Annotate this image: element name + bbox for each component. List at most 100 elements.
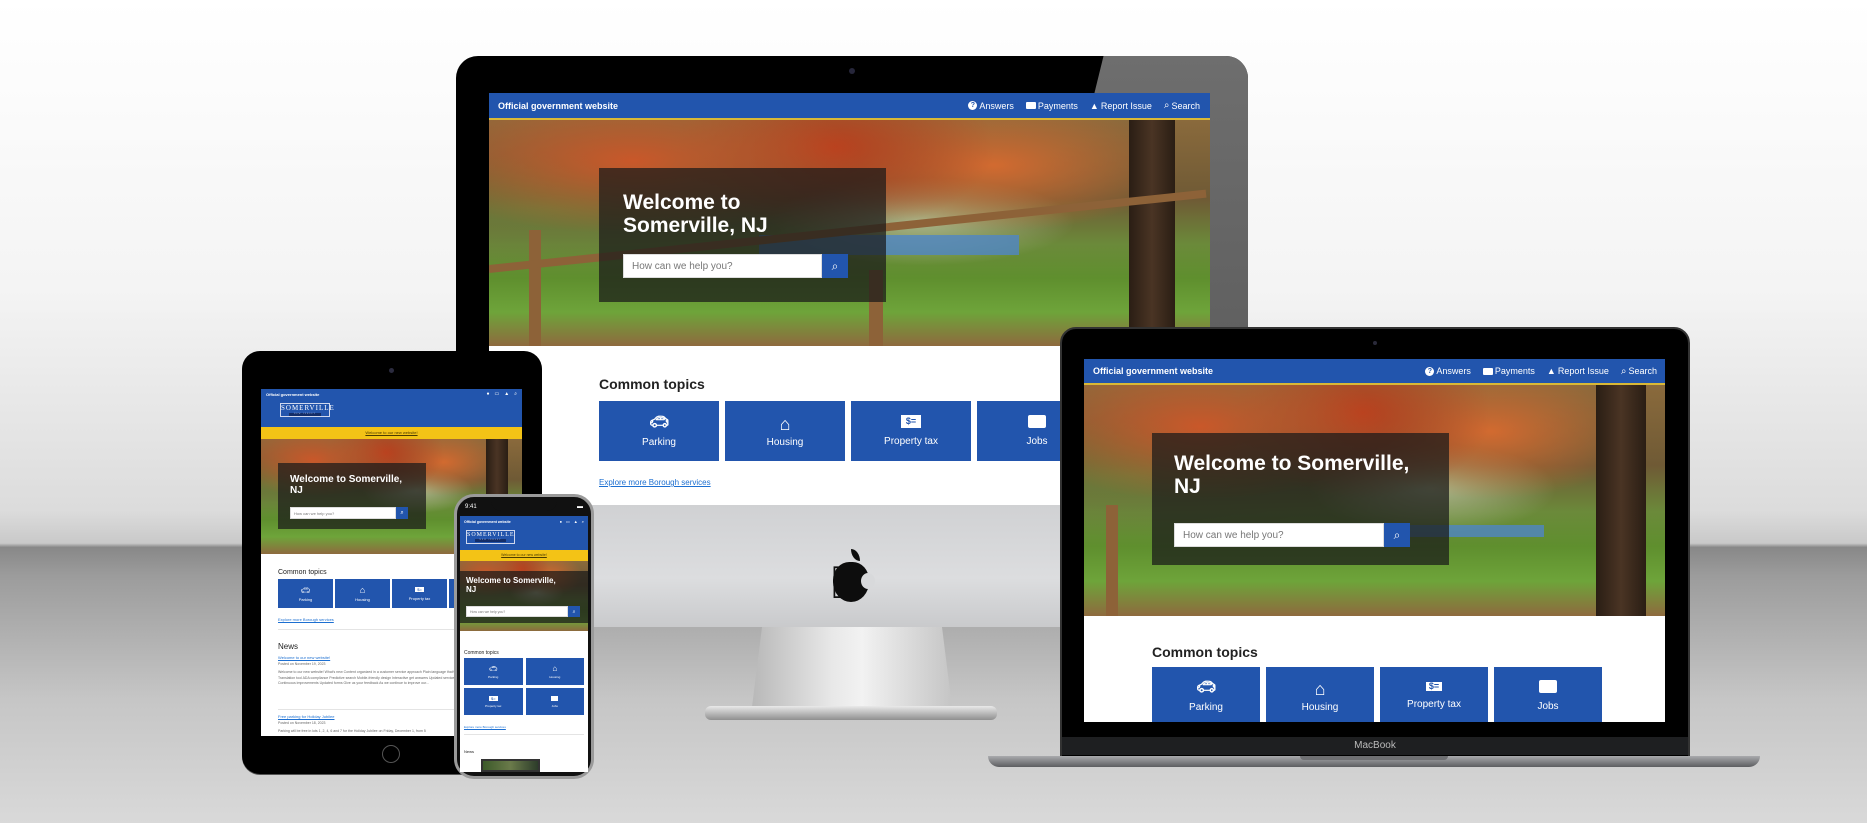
topic-property-tax[interactable]: $= Property tax bbox=[464, 688, 523, 715]
topic-parking[interactable]: 🚗︎ Parking bbox=[599, 401, 719, 461]
nav-payments[interactable]: Payments bbox=[1482, 366, 1535, 376]
somerville-logo[interactable]: SOMERVILLE NEW JERSEY bbox=[280, 403, 334, 417]
topics-grid: 🚗︎ Parking ⌂ Housing $= Property tax Jobs bbox=[1152, 667, 1602, 722]
question-circle-icon: ? bbox=[1425, 366, 1435, 376]
hero-title: Welcome to Somerville, NJ bbox=[623, 191, 768, 237]
topic-jobs[interactable]: Jobs bbox=[1494, 667, 1602, 722]
top-bar: Official government website ● ▭ ▲ ⌕ bbox=[261, 389, 522, 399]
bill-icon: $= bbox=[415, 586, 424, 592]
topic-jobs[interactable]: Jobs bbox=[525, 688, 584, 715]
search-button[interactable]: ⌕ bbox=[568, 606, 580, 617]
search-input[interactable]: How can we help you? bbox=[466, 606, 568, 617]
nav-answers[interactable]: ? Answers bbox=[1425, 366, 1471, 376]
car-icon: 🚗︎ bbox=[1195, 678, 1217, 696]
warning-triangle-icon[interactable]: ▲ bbox=[574, 519, 578, 524]
top-bar: Official government website ? Answers Pay… bbox=[489, 93, 1210, 120]
car-icon: 🚗︎ bbox=[648, 413, 670, 431]
credit-card-icon[interactable]: ▭ bbox=[566, 519, 570, 524]
hero-search-panel: Welcome to Somerville, NJ How can we hel… bbox=[278, 463, 426, 529]
explore-services-link[interactable]: Explore more Borough services bbox=[278, 617, 334, 622]
search-button[interactable]: ⌕ bbox=[1384, 523, 1410, 547]
iphone-status-bar: 9:41 ▬ bbox=[465, 500, 583, 514]
ipad-camera bbox=[389, 368, 394, 373]
news-thumbnail[interactable] bbox=[481, 759, 540, 772]
warning-triangle-icon: ▲ bbox=[1546, 366, 1556, 376]
house-icon: ⌂ bbox=[359, 585, 366, 595]
hero-banner: Welcome to Somerville, NJ How can we hel… bbox=[489, 120, 1210, 346]
imac-stand bbox=[752, 627, 952, 707]
macbook-label: MacBook bbox=[1062, 737, 1688, 755]
ipad-home-button bbox=[382, 745, 400, 763]
top-bar: Official government website ? Answers Pay… bbox=[1084, 359, 1665, 385]
search-icon: ⌕ bbox=[1393, 527, 1401, 542]
nav-search[interactable]: ⌕ Search bbox=[1621, 366, 1657, 377]
briefcase-icon bbox=[1028, 415, 1046, 428]
search-icon: ⌕ bbox=[1163, 100, 1170, 111]
official-label: Official government website bbox=[498, 100, 619, 111]
explore-services-link[interactable]: Explore more Borough services bbox=[464, 725, 506, 729]
search-button[interactable]: ⌕ bbox=[396, 507, 408, 519]
topics-grid: 🚗︎ Parking ⌂ Housing $= Property tax Jobs bbox=[599, 401, 1097, 461]
macbook-camera bbox=[1373, 341, 1377, 345]
nav-report-issue[interactable]: ▲ Report Issue bbox=[1090, 101, 1152, 111]
warning-triangle-icon: ▲ bbox=[1089, 100, 1099, 111]
macbook-website: Official government website ? Answers Pay… bbox=[1084, 359, 1665, 722]
nav-payments[interactable]: Payments bbox=[1025, 101, 1078, 111]
hero-search-panel: Welcome to Somerville, NJ How can we hel… bbox=[599, 168, 886, 302]
question-circle-icon[interactable]: ● bbox=[560, 519, 562, 524]
topic-parking[interactable]: 🚗︎ Parking bbox=[278, 579, 333, 608]
common-topics-heading: Common topics bbox=[1152, 644, 1258, 660]
briefcase-icon bbox=[1539, 680, 1557, 693]
phone-time: 9:41 bbox=[465, 504, 477, 510]
apple-logo-bite bbox=[861, 573, 875, 589]
somerville-logo[interactable]: SOMERVILLE NEW JERSEY bbox=[466, 530, 515, 544]
topic-housing[interactable]: ⌂ Housing bbox=[725, 401, 845, 461]
explore-services-link[interactable]: Explore more Borough services bbox=[599, 478, 711, 487]
nav-answers[interactable]: ? Answers bbox=[968, 101, 1014, 111]
topic-property-tax[interactable]: $= Property tax bbox=[392, 579, 447, 608]
house-icon: ⌂ bbox=[779, 413, 791, 434]
search-button[interactable]: ⌕ bbox=[822, 254, 848, 278]
topic-parking[interactable]: 🚗︎ Parking bbox=[464, 658, 523, 685]
iphone-website: Official government website ● ▭ ▲ ⌕ SOME… bbox=[460, 516, 588, 772]
question-circle-icon[interactable]: ● bbox=[486, 391, 489, 397]
search-input[interactable]: How can we help you? bbox=[1174, 523, 1384, 547]
search-icon[interactable]: ⌕ bbox=[514, 391, 517, 397]
car-icon: 🚗︎ bbox=[300, 585, 311, 595]
credit-card-icon bbox=[1025, 102, 1036, 109]
utility-nav: ? Answers Payments ▲ Report Issue ⌕ Search bbox=[968, 100, 1200, 111]
search-icon[interactable]: ⌕ bbox=[582, 519, 584, 524]
search-icon: ⌕ bbox=[831, 258, 839, 273]
utility-nav: ? Answers Payments ▲ Report Issue ⌕ Search bbox=[1425, 366, 1657, 377]
hero-search-panel: Welcome to Somerville, NJ How can we hel… bbox=[1152, 433, 1449, 565]
hero-search: How can we help you? ⌕ bbox=[1174, 523, 1410, 547]
topic-parking[interactable]: 🚗︎ Parking bbox=[1152, 667, 1260, 722]
nav-search[interactable]: ⌕ Search bbox=[1164, 100, 1200, 111]
topic-housing[interactable]: ⌂ Housing bbox=[335, 579, 390, 608]
battery-icon: ▬ bbox=[577, 504, 583, 510]
common-topics-heading: Common topics bbox=[599, 376, 705, 392]
news-heading: News bbox=[278, 642, 299, 651]
bill-icon: $= bbox=[1425, 682, 1443, 691]
announcement-banner[interactable]: Welcome to our new website! bbox=[460, 550, 588, 561]
macbook-opening-notch bbox=[1300, 756, 1448, 760]
topic-property-tax[interactable]: $= Property tax bbox=[851, 401, 971, 461]
briefcase-icon bbox=[551, 695, 559, 701]
hero-search: How can we help you? ⌕ bbox=[623, 254, 848, 278]
search-input[interactable]: How can we help you? bbox=[623, 254, 822, 278]
credit-card-icon[interactable]: ▭ bbox=[495, 391, 500, 397]
bill-icon: $= bbox=[900, 415, 922, 428]
search-icon: ⌕ bbox=[1620, 365, 1627, 377]
official-label: Official government website bbox=[1093, 366, 1214, 376]
search-input[interactable]: How can we help you? bbox=[290, 507, 396, 519]
announcement-banner[interactable]: Welcome to our new website! bbox=[261, 427, 522, 439]
question-circle-icon: ? bbox=[968, 101, 978, 110]
nav-report-issue[interactable]: ▲ Report Issue bbox=[1547, 366, 1609, 376]
bill-icon: $= bbox=[488, 695, 498, 701]
hero-banner: Welcome to Somerville, NJ How can we hel… bbox=[1084, 385, 1665, 616]
topic-housing[interactable]: ⌂ Housing bbox=[525, 658, 584, 685]
house-icon: ⌂ bbox=[1314, 678, 1326, 699]
topic-housing[interactable]: ⌂ Housing bbox=[1266, 667, 1374, 722]
warning-triangle-icon[interactable]: ▲ bbox=[504, 391, 509, 397]
topic-property-tax[interactable]: $= Property tax bbox=[1380, 667, 1488, 722]
